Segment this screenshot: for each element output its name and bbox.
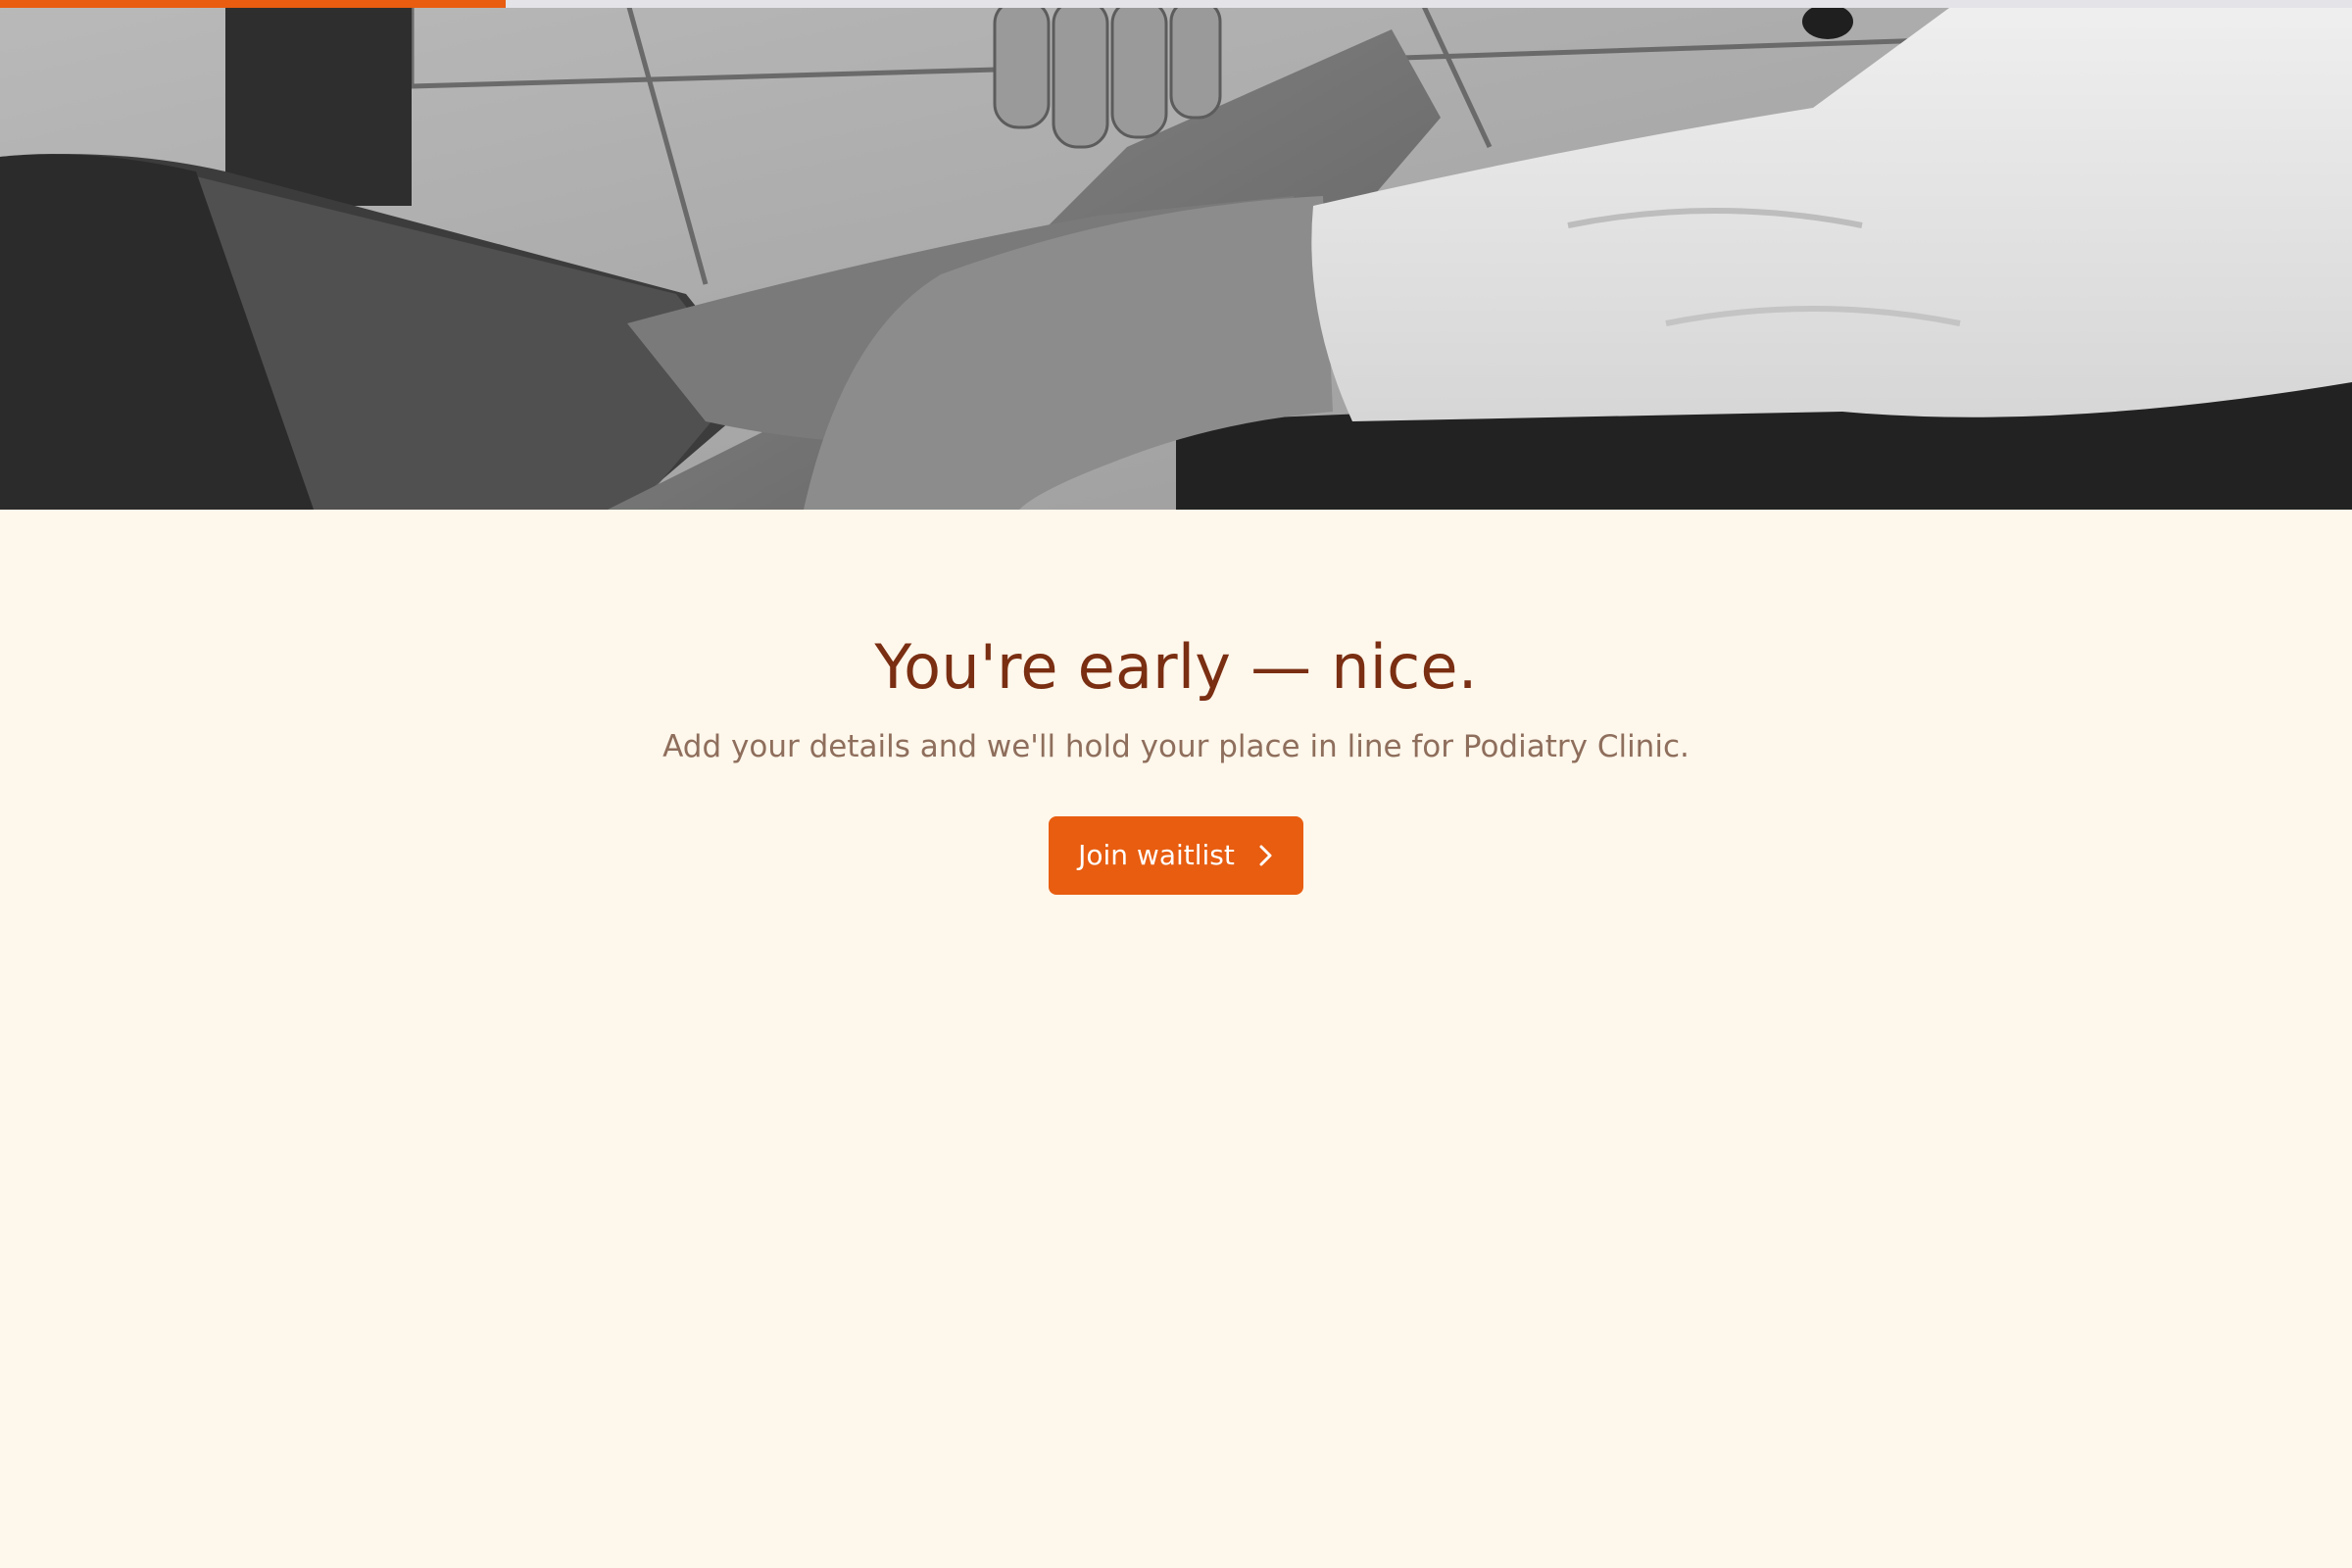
hero-image [0,0,2352,510]
page-title: You're early — nice. [874,631,1478,703]
progress-bar-fill [0,0,506,8]
chevron-right-icon [1256,843,1274,868]
join-waitlist-label: Join waitlist [1078,839,1235,872]
main-content: You're early — nice. Add your details an… [0,510,2352,895]
page-subtitle: Add your details and we'll hold your pla… [662,729,1690,765]
join-waitlist-button[interactable]: Join waitlist [1049,815,1303,895]
waitlist-page: You're early — nice. Add your details an… [0,0,2352,1568]
progress-bar [0,0,2352,8]
